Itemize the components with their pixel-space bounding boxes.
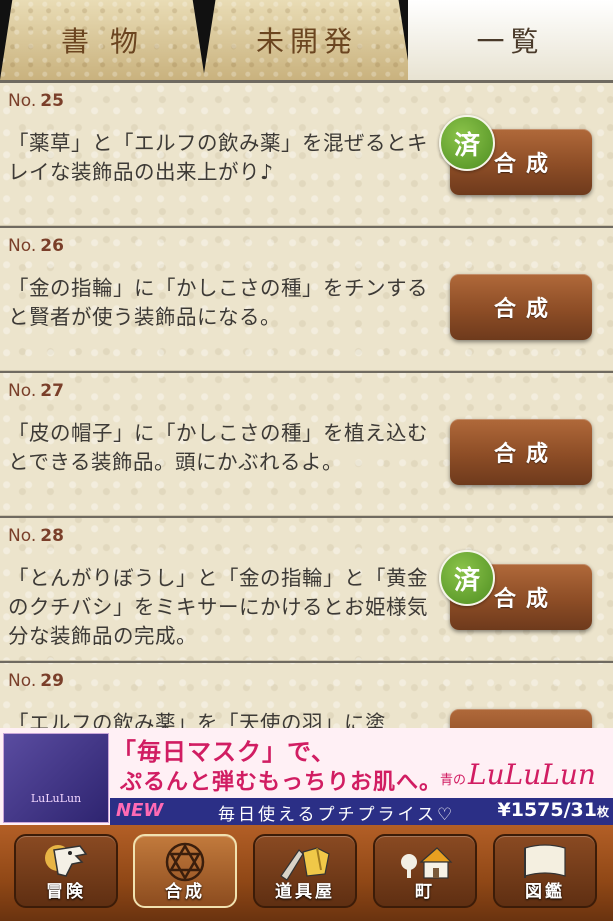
nav-label: 合成 xyxy=(165,882,205,902)
list-item: No. 25 「薬草」と「エルフの飲み薬」を混ぜるとキレイな装飾品の出来上がり♪ … xyxy=(0,80,613,226)
list-item: No. 27 「皮の帽子」に「かしこさの種」を植え込むとできる装飾品。頭にかぶれる… xyxy=(0,371,613,516)
tab-label: 一覧 xyxy=(476,25,545,58)
ad-subline: ぷるんと弾むもっちりお肌へ。 xyxy=(120,770,443,795)
recipe-list[interactable]: No. 25 「薬草」と「エルフの飲み薬」を混ぜるとキレイな装飾品の出来上がり♪ … xyxy=(0,80,613,728)
ad-price: ¥1575/31枚 xyxy=(497,799,610,821)
nav-label: 図鑑 xyxy=(525,882,565,902)
tab-bar: 書 物 未開発 一覧 xyxy=(0,0,613,80)
item-number: No. 26 xyxy=(8,236,64,256)
nav-label: 冒険 xyxy=(46,882,86,902)
item-number: No. 29 xyxy=(8,671,64,691)
item-description: 「とんがりぼうし」と「金の指輪」と「黄金のクチバシ」をミキサーにかけるとお姫様気… xyxy=(8,566,428,648)
tab-list[interactable]: 一覧 xyxy=(408,0,613,80)
product-package-image: LuLuLun xyxy=(3,733,109,823)
done-badge: 済 xyxy=(439,115,495,171)
ad-banner[interactable]: LuLuLun 「毎日マスク」で、 ぷるんと弾むもっちりお肌へ。 青のLuLuL… xyxy=(0,728,613,825)
synthesize-button[interactable]: 合成 xyxy=(450,419,592,485)
tab-books[interactable]: 書 物 xyxy=(0,0,205,80)
list-item: No. 26 「金の指輪」に「かしこさの種」をチンすると賢者が使う装飾品になる。 … xyxy=(0,226,613,371)
ad-strip-text: 毎日使えるプチプライス♡ xyxy=(218,805,456,825)
nav-tool-shop[interactable]: 道具屋 xyxy=(253,834,357,908)
item-number: No. 27 xyxy=(8,381,64,401)
nav-town[interactable]: 町 xyxy=(373,834,477,908)
nav-adventure[interactable]: 冒険 xyxy=(14,834,118,908)
ad-strip: NEW 毎日使えるプチプライス♡ ¥1575/31枚 xyxy=(110,798,613,825)
item-description: 「皮の帽子」に「かしこさの種」を植え込むとできる装飾品。頭にかぶれるよ。 xyxy=(8,421,428,474)
nav-label: 道具屋 xyxy=(275,882,335,902)
item-description: 「薬草」と「エルフの飲み薬」を混ぜるとキレイな装飾品の出来上がり♪ xyxy=(8,131,428,184)
done-badge: 済 xyxy=(439,550,495,606)
list-item: No. 28 「とんがりぼうし」と「金の指輪」と「黄金のクチバシ」をミキサーにかけ… xyxy=(0,516,613,661)
nav-label: 町 xyxy=(415,882,435,902)
tab-undeveloped[interactable]: 未開発 xyxy=(203,0,411,80)
item-number: No. 25 xyxy=(8,91,64,111)
ad-brand-logo: 青のLuLuLun xyxy=(440,758,596,791)
package-brand: LuLuLun xyxy=(30,792,82,805)
synthesize-button[interactable]: 合成 xyxy=(450,274,592,340)
item-number: No. 28 xyxy=(8,526,64,546)
item-description: 「エルフの飲み薬」を「天使の羽」に塗 xyxy=(8,711,386,728)
list-item: No.29 「エルフの飲み薬」を「天使の羽」に塗 合成 xyxy=(0,661,613,728)
synthesize-button[interactable]: 合成 xyxy=(450,709,592,728)
nav-encyclopedia[interactable]: 図鑑 xyxy=(493,834,597,908)
tab-label: 未開発 xyxy=(255,25,358,58)
ad-headline: 「毎日マスク」で、 xyxy=(112,738,337,766)
item-description: 「金の指輪」に「かしこさの種」をチンすると賢者が使う装飾品になる。 xyxy=(8,276,428,329)
nav-synthesis[interactable]: 合成 xyxy=(133,834,237,908)
tab-label: 書 物 xyxy=(61,25,144,58)
new-label: NEW xyxy=(116,800,164,821)
bottom-nav: 冒険 合成 道具屋 町 図鑑 xyxy=(0,825,613,921)
